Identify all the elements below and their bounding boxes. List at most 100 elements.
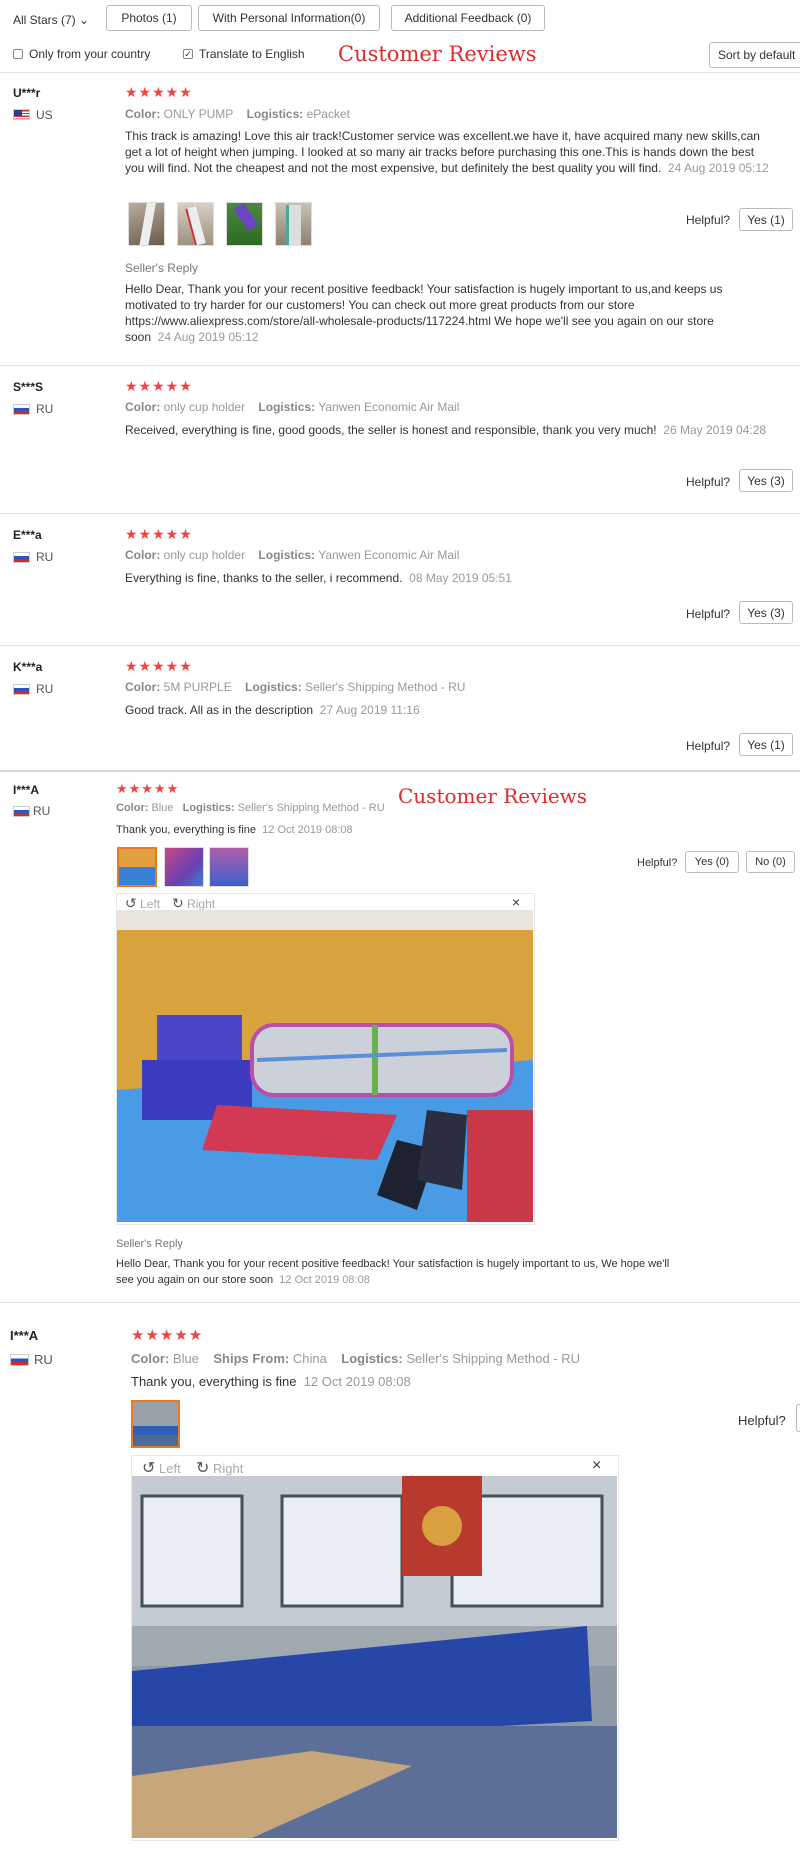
review-text: This track is amazing! Love this air tra…: [125, 129, 769, 175]
close-icon[interactable]: ×: [592, 1457, 601, 1475]
country-code: RU: [36, 402, 54, 416]
review-photo-thumbnail[interactable]: [177, 202, 214, 246]
overlay-title: Customer Reviews: [398, 784, 588, 808]
sort-dropdown[interactable]: Sort by default: [709, 42, 800, 68]
seller-reply-heading: Seller's Reply: [125, 261, 198, 275]
review-photo-thumbnail[interactable]: [128, 202, 165, 246]
country-code: US: [36, 108, 53, 122]
rotate-left-icon: ↺: [142, 1460, 156, 1477]
country-code: RU: [36, 550, 54, 564]
flag-icon: [13, 552, 30, 563]
helpful-label: Helpful?: [686, 213, 731, 227]
close-icon[interactable]: ×: [512, 894, 520, 910]
country-code: RU: [36, 682, 54, 696]
rotate-left-icon: ↺: [125, 895, 137, 911]
review-photo-thumbnail[interactable]: [131, 1400, 180, 1448]
order-info: Color: ONLY PUMP Logistics: ePacket: [125, 107, 350, 121]
seller-reply-heading: Seller's Reply: [116, 1238, 183, 1250]
photo-viewer: ↺ Left ↻ Right ×: [131, 1455, 619, 1841]
only-country-label: Only from your country: [29, 47, 151, 61]
reviewer-name: U***r: [13, 86, 41, 100]
review-date: 27 Aug 2019 11:16: [319, 703, 420, 717]
reviewer-name: S***S: [13, 380, 44, 394]
review-date: 24 Aug 2019 05:12: [667, 161, 769, 175]
divider: [0, 770, 800, 772]
translate-label: Translate to English: [199, 47, 305, 61]
rotate-left-button[interactable]: ↺ Left: [142, 1458, 181, 1478]
photos-filter-button[interactable]: Photos (1): [106, 5, 192, 31]
review-text: Received, everything is fine, good goods…: [125, 423, 767, 437]
helpful-label: Helpful?: [686, 607, 731, 621]
all-stars-dropdown[interactable]: All Stars (7) ⌄: [13, 13, 89, 27]
reviewer-name: E***a: [13, 528, 42, 542]
translate-checkbox[interactable]: ✓: [183, 49, 193, 59]
helpful-yes-button[interactable]: Yes (3): [739, 469, 793, 492]
helpful-yes-button[interactable]: Yes (1): [739, 208, 793, 231]
divider: [0, 1302, 800, 1303]
helpful-yes-button[interactable]: Yes (0): [685, 851, 739, 873]
review-text: Thank you, everything is fine 12 Oct 201…: [131, 1374, 411, 1389]
order-info: Color: Blue Logistics: Seller's Shipping…: [116, 802, 385, 814]
overlay-title: Customer Reviews: [338, 42, 537, 66]
review-photo-thumbnail[interactable]: [209, 847, 249, 887]
order-info: Color: only cup holder Logistics: Yanwen…: [125, 548, 460, 562]
seller-reply-text: Hello Dear, Thank you for your recent po…: [125, 282, 723, 344]
seller-reply-text: Hello Dear, Thank you for your recent po…: [116, 1258, 670, 1286]
chevron-down-icon: ⌄: [79, 13, 90, 27]
order-info: Color: only cup holder Logistics: Yanwen…: [125, 400, 460, 414]
rating-stars: ★★★★★: [125, 378, 193, 394]
rating-stars: ★★★★★: [125, 84, 193, 100]
reviewer-name: I***A: [10, 1328, 39, 1343]
review-date: 08 May 2019 05:51: [409, 571, 512, 585]
rating-stars: ★★★★★: [116, 781, 180, 796]
review-text: Good track. All as in the description 27…: [125, 703, 420, 717]
flag-icon: [13, 109, 30, 120]
all-stars-label: All Stars (7): [13, 13, 76, 27]
only-country-checkbox[interactable]: [13, 49, 23, 59]
review-text: Thank you, everything is fine 12 Oct 201…: [116, 824, 353, 836]
additional-feedback-button[interactable]: Additional Feedback (0): [391, 5, 545, 31]
review-date: 26 May 2019 04:28: [663, 423, 767, 437]
helpful-yes-button[interactable]: [796, 1404, 800, 1432]
order-info: Color: Blue Ships From: China Logistics:…: [131, 1351, 581, 1366]
divider: [0, 365, 800, 366]
helpful-label: Helpful?: [738, 1413, 786, 1428]
personal-info-filter-button[interactable]: With Personal Information(0): [198, 5, 380, 31]
country-code: RU: [34, 1352, 53, 1367]
review-photo-large[interactable]: [132, 1476, 617, 1838]
review-date: 12 Oct 2019 08:08: [303, 1374, 411, 1389]
review-photo-thumbnail[interactable]: [275, 202, 312, 246]
rating-stars: ★★★★★: [125, 658, 193, 674]
helpful-label: Helpful?: [686, 475, 731, 489]
review-text: Everything is fine, thanks to the seller…: [125, 571, 512, 585]
review-photo-thumbnail[interactable]: [117, 847, 157, 887]
divider: [0, 72, 800, 73]
divider: [0, 645, 800, 646]
rotate-right-button[interactable]: ↻ Right: [196, 1458, 243, 1478]
rotate-right-icon: ↻: [172, 895, 184, 911]
helpful-label: Helpful?: [686, 739, 731, 753]
flag-icon: [13, 404, 30, 415]
reply-date: 12 Oct 2019 08:08: [279, 1274, 370, 1286]
divider: [0, 513, 800, 514]
review-photo-thumbnail[interactable]: [226, 202, 263, 246]
order-info: Color: 5M PURPLE Logistics: Seller's Shi…: [125, 680, 466, 694]
flag-icon: [13, 684, 30, 695]
helpful-yes-button[interactable]: Yes (1): [739, 733, 793, 756]
helpful-label: Helpful?: [637, 857, 678, 869]
flag-icon: [13, 806, 30, 817]
rating-stars: ★★★★★: [131, 1327, 204, 1344]
photo-viewer: ↺ Left ↻ Right ×: [116, 893, 535, 1225]
helpful-yes-button[interactable]: Yes (3): [739, 601, 793, 624]
flag-icon: [10, 1354, 29, 1366]
rating-stars: ★★★★★: [125, 526, 193, 542]
reviewer-name: I***A: [13, 783, 40, 797]
country-code: RU: [33, 804, 51, 818]
reviewer-name: K***a: [13, 660, 43, 674]
helpful-no-button[interactable]: No (0): [746, 851, 795, 873]
review-date: 12 Oct 2019 08:08: [262, 824, 353, 836]
rotate-right-icon: ↻: [196, 1460, 210, 1477]
reply-date: 24 Aug 2019 05:12: [157, 330, 259, 344]
review-photo-large[interactable]: [117, 910, 533, 1222]
review-photo-thumbnail[interactable]: [164, 847, 204, 887]
